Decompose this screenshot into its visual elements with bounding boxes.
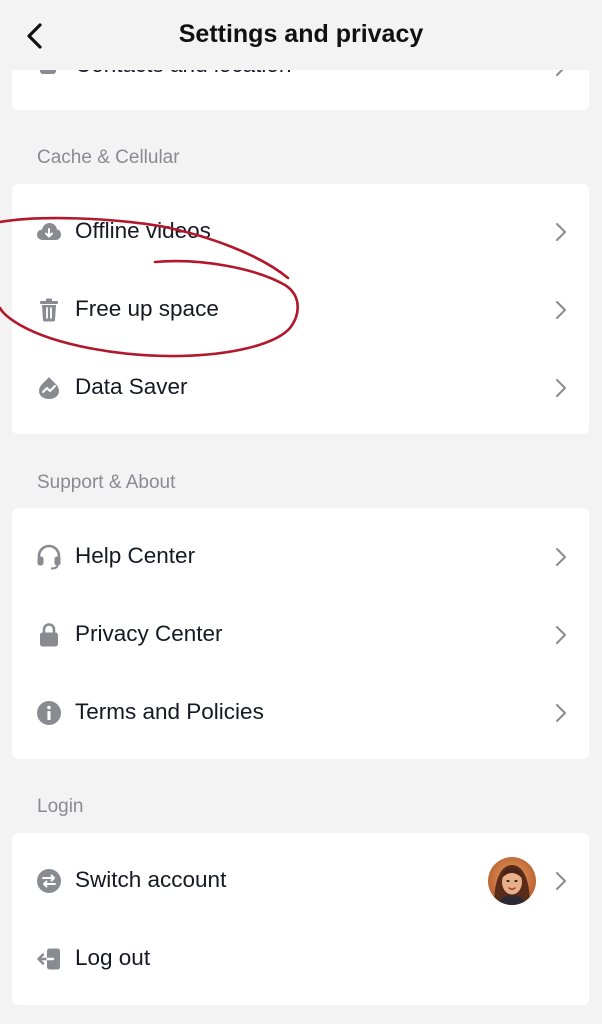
trash-icon xyxy=(36,297,62,323)
chevron-right-icon xyxy=(551,702,571,724)
section-label-login: Login xyxy=(37,796,84,817)
switch-account-label: Switch account xyxy=(75,867,227,892)
section-label-cache: Cache & Cellular xyxy=(37,147,180,168)
section-label-support: Support & About xyxy=(37,472,176,493)
terms-policies-label: Terms and Policies xyxy=(75,699,264,724)
avatar xyxy=(488,857,536,905)
cache-card: Offline videos Free up space Data Saver xyxy=(12,184,589,434)
logout-icon xyxy=(36,946,62,972)
support-card: Help Center Privacy Center Terms and Pol… xyxy=(12,508,589,759)
lock-icon xyxy=(36,622,62,648)
chevron-right-icon xyxy=(551,624,571,646)
chevron-right-icon xyxy=(551,546,571,568)
privacy-center-item[interactable]: Privacy Center xyxy=(12,596,589,674)
data-saver-item[interactable]: Data Saver xyxy=(12,349,589,427)
data-saver-label: Data Saver xyxy=(75,374,188,399)
free-up-space-item[interactable]: Free up space xyxy=(12,271,589,349)
cloud-download-icon xyxy=(36,219,62,245)
chevron-right-icon xyxy=(551,870,571,892)
offline-videos-item[interactable]: Offline videos xyxy=(12,193,589,271)
switch-icon xyxy=(36,868,62,894)
log-out-label: Log out xyxy=(75,945,151,970)
free-up-space-label: Free up space xyxy=(75,296,219,321)
info-icon xyxy=(36,700,62,726)
chevron-right-icon xyxy=(551,377,571,399)
help-center-item[interactable]: Help Center xyxy=(12,518,589,596)
chevron-right-icon xyxy=(551,299,571,321)
privacy-center-label: Privacy Center xyxy=(75,621,223,646)
page-title: Settings and privacy xyxy=(178,20,424,48)
offline-videos-label: Offline videos xyxy=(75,218,211,243)
switch-account-item[interactable]: Switch account xyxy=(12,842,589,920)
data-saver-icon xyxy=(36,375,62,401)
terms-policies-item[interactable]: Terms and Policies xyxy=(12,674,589,752)
header: Settings and privacy xyxy=(0,0,602,70)
log-out-item[interactable]: Log out xyxy=(12,920,589,998)
help-center-label: Help Center xyxy=(75,543,196,568)
chevron-right-icon xyxy=(551,221,571,243)
headset-icon xyxy=(36,544,62,570)
login-card: Switch account Log out xyxy=(12,833,589,1005)
